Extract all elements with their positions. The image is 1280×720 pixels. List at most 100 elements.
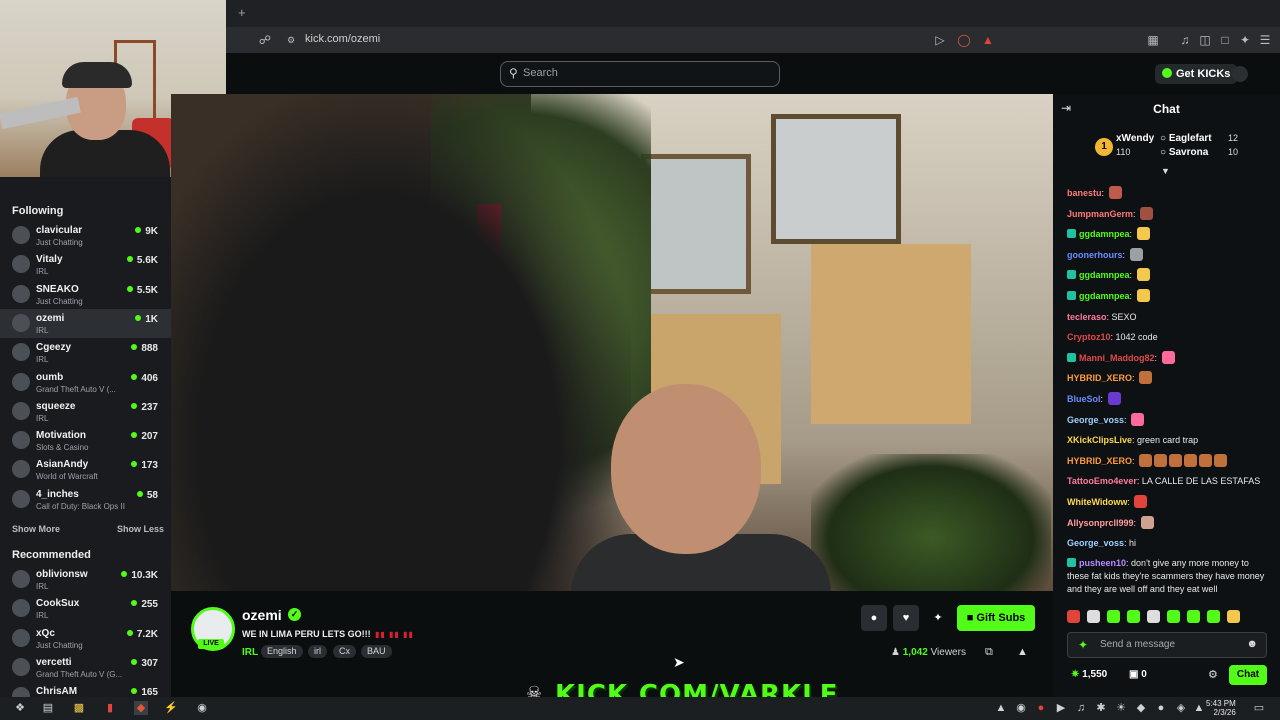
tag[interactable]: Cx: [333, 645, 356, 658]
video-player[interactable]: [171, 94, 1053, 591]
sidebar-channel-item[interactable]: CookSux IRL 255: [0, 594, 171, 623]
leo-icon[interactable]: ✦: [1238, 33, 1252, 47]
notification-icon[interactable]: ▭: [1252, 701, 1266, 715]
chat-username[interactable]: HYBRID_XERO: [1067, 456, 1132, 466]
chat-input[interactable]: ✦ Send a message ☻: [1067, 632, 1267, 658]
chat-username[interactable]: Cryptoz10: [1067, 332, 1111, 342]
kick-emote-icon[interactable]: ✦: [1078, 638, 1088, 652]
sidebar-channel-item[interactable]: squeeze IRL 237: [0, 397, 171, 426]
chat-username[interactable]: Manni_Maddog82: [1079, 353, 1155, 363]
warning-icon[interactable]: ▲: [1017, 646, 1028, 658]
task-view-icon[interactable]: ▤: [41, 701, 55, 715]
share-icon[interactable]: ⧉: [985, 646, 993, 659]
gear-icon[interactable]: ⚙: [1208, 668, 1218, 681]
expand-leaderboard-icon[interactable]: ▼: [1161, 166, 1170, 176]
sidebar-channel-item[interactable]: oblivionsw IRL 10.3K: [0, 565, 171, 594]
sidebar-channel-item[interactable]: vercetti Grand Theft Auto V (G... 307: [0, 653, 171, 682]
mic-icon[interactable]: ●: [1154, 701, 1168, 715]
wallet-icon[interactable]: □: [1218, 33, 1232, 47]
split-view-icon[interactable]: ◫: [1198, 33, 1212, 47]
tray-icon[interactable]: ◆: [1134, 701, 1148, 715]
emote-icon[interactable]: [1167, 610, 1180, 623]
get-kicks-button[interactable]: Get KICKs: [1155, 64, 1238, 84]
emote-icon[interactable]: [1187, 610, 1200, 623]
tag[interactable]: irl: [308, 645, 327, 658]
channel-name[interactable]: ozemi: [242, 607, 282, 623]
tag[interactable]: BAU: [361, 645, 392, 658]
tray-icon[interactable]: ▲: [994, 701, 1008, 715]
chat-username[interactable]: tecleraso: [1067, 312, 1107, 322]
emote-icon[interactable]: [1127, 610, 1140, 623]
channel-points[interactable]: ✷ 1,550: [1071, 669, 1107, 680]
stream-category[interactable]: IRL: [242, 647, 258, 658]
brave-browser-icon[interactable]: ◆: [134, 701, 148, 715]
chat-username[interactable]: George_voss: [1067, 415, 1124, 425]
chat-username[interactable]: ggdamnpea: [1079, 229, 1130, 239]
sidebar-channel-item[interactable]: Vitaly IRL 5.6K: [0, 250, 171, 279]
leaderboard-name[interactable]: ○ Eaglefart: [1160, 133, 1212, 144]
menu-icon[interactable]: ☰: [1258, 33, 1272, 47]
file-explorer-icon[interactable]: ▩: [72, 701, 86, 715]
sidebar-channel-item[interactable]: ozemi IRL 1K: [0, 308, 171, 338]
chat-username[interactable]: pusheen10: [1079, 558, 1126, 568]
emote-icon[interactable]: [1207, 610, 1220, 623]
send-icon[interactable]: ▷: [933, 33, 947, 47]
volume-icon[interactable]: ♫: [1074, 701, 1088, 715]
tray-icon[interactable]: ◉: [1014, 701, 1028, 715]
gift-subs-button[interactable]: ■ Gift Subs: [957, 605, 1035, 631]
chat-username[interactable]: Allysonprcll999: [1067, 518, 1134, 528]
sidebar-channel-item[interactable]: Cgeezy IRL 888: [0, 338, 171, 367]
chat-username[interactable]: JumpmanGerm: [1067, 209, 1133, 219]
chat-username[interactable]: ggdamnpea: [1079, 270, 1130, 280]
music-icon[interactable]: ♫: [1178, 33, 1192, 47]
chat-username[interactable]: goonerhours: [1067, 250, 1123, 260]
sidebar-channel-item[interactable]: 4_inches Call of Duty: Black Ops II 58: [0, 485, 171, 514]
tray-icon[interactable]: ▶: [1054, 701, 1068, 715]
brave-rewards-icon[interactable]: ▲: [981, 33, 995, 47]
chat-username[interactable]: George_voss: [1067, 538, 1124, 548]
clip-button[interactable]: ✦: [925, 605, 951, 631]
chat-username[interactable]: XKickClipsLive: [1067, 435, 1132, 445]
show-more-button[interactable]: Show More: [12, 524, 60, 534]
leaderboard-name[interactable]: xWendy: [1116, 133, 1154, 144]
brave-shield-icon[interactable]: ◯: [957, 33, 971, 47]
app-icon[interactable]: ▮: [103, 701, 117, 715]
follow-button[interactable]: ♥: [893, 605, 919, 631]
sidebar-toggle-icon[interactable]: ▦: [1146, 33, 1160, 47]
lightning-app-icon[interactable]: ⚡: [164, 701, 178, 715]
site-info-icon[interactable]: ⚙: [284, 33, 298, 47]
bluetooth-icon[interactable]: ✱: [1094, 701, 1108, 715]
user-avatar[interactable]: [1232, 66, 1248, 82]
battery-icon[interactable]: ▲: [1192, 701, 1206, 715]
start-icon[interactable]: ❖: [13, 701, 27, 715]
emote-icon[interactable]: [1087, 610, 1100, 623]
sidebar-channel-item[interactable]: oumb Grand Theft Auto V (... 406: [0, 368, 171, 397]
emote-icon[interactable]: [1067, 610, 1080, 623]
gift-count[interactable]: ▣ 0: [1129, 669, 1147, 680]
new-tab-button[interactable]: +: [238, 5, 246, 20]
sidebar-channel-item[interactable]: xQc Just Chatting 7.2K: [0, 624, 171, 653]
tag[interactable]: English: [261, 645, 303, 658]
url-text[interactable]: kick.com/ozemi: [305, 33, 380, 45]
emote-icon[interactable]: [1107, 610, 1120, 623]
leaderboard-name[interactable]: ○ Savrona: [1160, 147, 1208, 158]
tray-icon[interactable]: ☀: [1114, 701, 1128, 715]
search-input[interactable]: ⚲ Search: [500, 61, 780, 87]
show-less-button[interactable]: Show Less: [117, 524, 164, 534]
chat-username[interactable]: ggdamnpea: [1079, 291, 1130, 301]
chat-username[interactable]: TattooEmo4ever: [1067, 476, 1137, 486]
obs-icon[interactable]: ◉: [195, 701, 209, 715]
sidebar-channel-item[interactable]: SNEAKO Just Chatting 5.5K: [0, 280, 171, 309]
chat-username[interactable]: banestu: [1067, 188, 1102, 198]
chat-username[interactable]: HYBRID_XERO: [1067, 373, 1132, 383]
sidebar-channel-item[interactable]: Motivation Slots & Casino 207: [0, 426, 171, 455]
chat-send-button[interactable]: Chat: [1229, 665, 1267, 685]
sidebar-channel-item[interactable]: clavicular Just Chatting 9K: [0, 221, 171, 250]
record-icon[interactable]: ●: [1034, 701, 1048, 715]
clock[interactable]: 5:43 PM 2/3/26: [1206, 699, 1236, 717]
emote-icon[interactable]: [1147, 610, 1160, 623]
emote-icon[interactable]: [1227, 610, 1240, 623]
chat-username[interactable]: BlueSol: [1067, 394, 1101, 404]
notification-bell-button[interactable]: ●: [861, 605, 887, 631]
bookmark-icon[interactable]: ☍: [258, 33, 272, 47]
